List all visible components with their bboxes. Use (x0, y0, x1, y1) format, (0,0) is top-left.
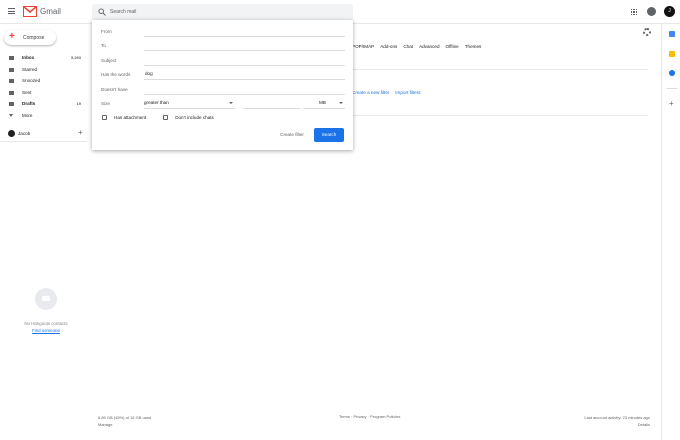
sidebar-item-label: Sent (22, 89, 32, 95)
get-add-ons-button[interactable]: + (669, 100, 674, 108)
chevron-down-icon (229, 102, 233, 104)
size-unit-select[interactable]: MB (303, 97, 345, 109)
has-attachment-checkbox[interactable] (102, 115, 107, 120)
sidebar-item-label: Snoozed (22, 78, 41, 84)
import-filters-link[interactable]: Import filters (395, 90, 420, 95)
compose-label: Compose (23, 35, 45, 41)
to-field[interactable] (144, 39, 345, 51)
size-value-field[interactable] (243, 97, 300, 109)
notifications-icon[interactable] (647, 7, 656, 16)
user-name[interactable]: Jacob (18, 131, 30, 136)
from-row: From (92, 25, 353, 39)
filter-links: Create a new filter Import filters (352, 90, 421, 95)
sidebar-item-inbox[interactable]: Inbox 5,293 (0, 52, 87, 64)
chevron-down-icon (339, 102, 343, 104)
unread-count: 5,293 (70, 55, 81, 60)
storage-usage: 6.89 GB (45%) of 15 GB used (98, 415, 152, 420)
doesnt-have-label: Doesn't have (101, 87, 128, 92)
terms-privacy-links[interactable]: Terms · Privacy · Program Policies (339, 414, 400, 419)
calendar-icon[interactable] (669, 31, 675, 37)
find-someone-link[interactable]: Find someone (0, 328, 92, 333)
clock-icon (9, 79, 14, 84)
search-button[interactable]: Search (314, 128, 344, 142)
to-label: To (101, 43, 106, 48)
create-new-filter-link[interactable]: Create a new filter (352, 90, 389, 95)
user-avatar (8, 130, 15, 137)
doesnt-have-row: Doesn't have (92, 83, 353, 97)
checkbox-row: Has attachment Don't include chats (102, 115, 214, 120)
draft-count: 19 (76, 101, 81, 107)
sidebar-item-drafts[interactable]: Drafts 19 (0, 98, 87, 110)
subject-field[interactable] (144, 54, 345, 66)
size-label: Size (101, 101, 110, 106)
last-activity-text: Last account activity: 23 minutes ago (584, 415, 650, 420)
send-icon (9, 90, 14, 95)
tab-offline[interactable]: Offline (446, 44, 459, 49)
gmail-logo-icon[interactable] (23, 6, 37, 17)
draft-icon (9, 102, 14, 107)
subject-label: Subject (101, 58, 117, 63)
search-bar[interactable]: Search mail (92, 4, 353, 20)
has-words-row: Has the words dog (92, 68, 353, 82)
search-options-panel: From To Subject Has the words dog Doesn'… (92, 20, 353, 150)
from-label: From (101, 29, 112, 34)
size-unit-value: MB (319, 100, 326, 105)
sidebar-item-starred[interactable]: Starred (0, 64, 87, 76)
hangouts-icon (35, 288, 57, 310)
side-panel: + (661, 24, 680, 440)
manage-storage-link[interactable]: Manage (98, 421, 151, 428)
add-contact-button[interactable]: + (78, 128, 83, 138)
from-field[interactable] (144, 25, 345, 37)
storage-info: 6.89 GB (45%) of 15 GB used Manage (98, 414, 151, 428)
create-filter-button[interactable]: Create filter (272, 128, 312, 142)
menu-icon[interactable] (8, 8, 15, 14)
has-attachment-label[interactable]: Has attachment (114, 115, 146, 120)
size-operator-value: greater than (144, 100, 169, 105)
tab-chat[interactable]: Chat (403, 44, 413, 49)
sidebar-item-snoozed[interactable]: Snoozed (0, 75, 87, 87)
sidebar-item-label: Drafts (22, 101, 36, 107)
size-operator-select[interactable]: greater than (144, 97, 235, 109)
search-icon[interactable] (98, 8, 106, 16)
sidebar-item-more[interactable]: More (0, 110, 87, 122)
sidebar-nav: Inbox 5,293 Starred Snoozed Sent Drafts … (0, 52, 87, 122)
dont-include-chats-checkbox[interactable] (163, 115, 169, 120)
divider (0, 141, 87, 142)
settings-gear-icon[interactable] (643, 28, 651, 36)
tasks-icon[interactable] (669, 70, 675, 76)
inbox-icon (9, 56, 14, 60)
chevron-down-icon (9, 113, 13, 117)
hangouts-user[interactable]: Jacob + (6, 128, 86, 140)
account-avatar[interactable]: J (664, 6, 675, 17)
sidebar-item-label: Inbox (22, 55, 35, 60)
divider (667, 88, 677, 89)
doesnt-have-field[interactable] (144, 83, 345, 95)
sidebar-item-label: Starred (22, 66, 38, 72)
app-name[interactable]: Gmail (40, 7, 61, 16)
has-words-label: Has the words (101, 72, 131, 77)
dont-include-chats-label[interactable]: Don't include chats (175, 115, 214, 120)
compose-plus-icon: + (9, 31, 15, 42)
apps-icon[interactable] (631, 9, 637, 15)
to-row: To (92, 39, 353, 53)
sidebar-item-label: More (22, 112, 33, 118)
sidebar-item-sent[interactable]: Sent (0, 87, 87, 99)
compose-button[interactable]: + Compose (4, 30, 56, 45)
size-row: Size greater than MB (92, 97, 353, 111)
footer-links: Terms · Privacy · Program Policies (339, 414, 400, 419)
settings-tabs: POP/IMAP Add-ons Chat Advanced Offline T… (352, 44, 481, 49)
star-icon (9, 67, 14, 72)
account-activity: Last account activity: 23 minutes ago De… (584, 414, 650, 428)
tab-themes[interactable]: Themes (465, 44, 482, 49)
tab-pop-imap[interactable]: POP/IMAP (352, 44, 374, 49)
tab-advanced[interactable]: Advanced (419, 44, 439, 49)
no-contacts-text: No Hangouts contacts (24, 321, 68, 326)
has-words-field[interactable]: dog (144, 68, 345, 80)
keep-icon[interactable] (669, 51, 675, 57)
subject-row: Subject (92, 54, 353, 68)
tab-add-ons[interactable]: Add-ons (380, 44, 397, 49)
search-input[interactable]: Search mail (110, 9, 136, 15)
activity-details-link[interactable]: Details (584, 421, 650, 428)
